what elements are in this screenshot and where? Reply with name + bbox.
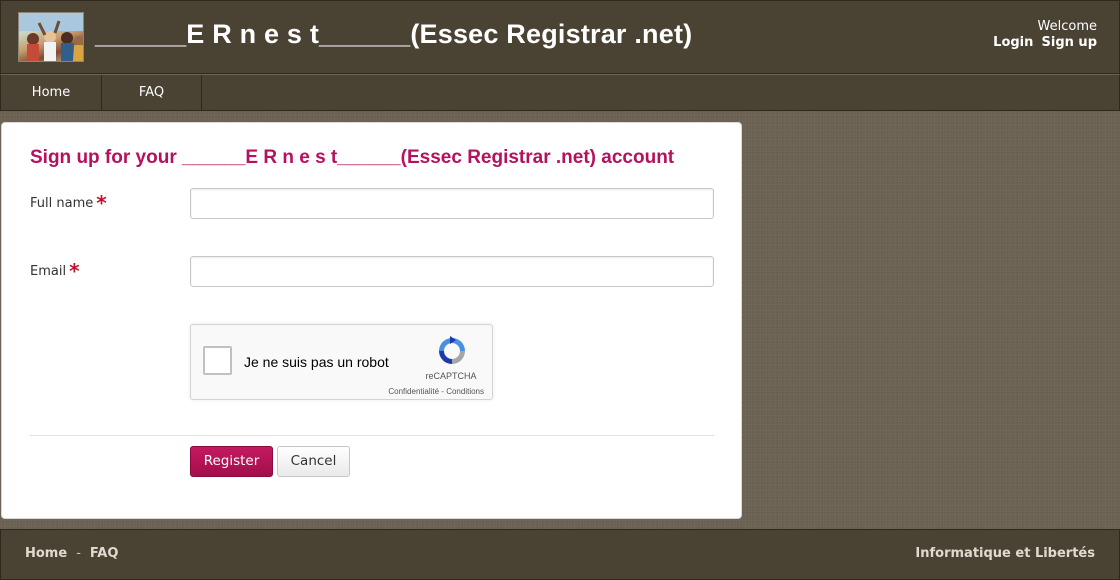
nav-item-faq[interactable]: FAQ	[102, 75, 202, 110]
footer-faq-link[interactable]: FAQ	[90, 546, 119, 561]
email-input[interactable]	[190, 256, 714, 287]
full-name-label-text: Full name	[30, 196, 94, 211]
email-label-text: Email	[30, 264, 67, 279]
signup-panel: Sign up for your ______E R n e s t______…	[1, 122, 742, 519]
site-logo[interactable]	[18, 12, 84, 62]
cancel-button[interactable]: Cancel	[277, 446, 350, 477]
footer-links: Home - FAQ	[25, 546, 118, 561]
form-divider	[30, 435, 714, 436]
footer-legal-link[interactable]: Informatique et Libertés	[915, 546, 1095, 561]
recaptcha-privacy-link[interactable]: Confidentialité	[388, 387, 439, 396]
page-title: Sign up for your ______E R n e s t______…	[30, 147, 675, 168]
recaptcha-terms: Confidentialité - Conditions	[381, 387, 484, 396]
register-button[interactable]: Register	[190, 446, 273, 477]
nav-item-home[interactable]: Home	[1, 75, 102, 110]
recaptcha-widget: Je ne suis pas un robot reCAPTCHA Confid…	[190, 324, 493, 400]
recaptcha-icon	[436, 335, 468, 367]
recaptcha-checkbox[interactable]	[203, 346, 232, 375]
recaptcha-conditions-link[interactable]: Conditions	[446, 387, 484, 396]
footer-home-link[interactable]: Home	[25, 546, 67, 561]
login-link[interactable]: Login	[993, 35, 1033, 50]
full-name-input[interactable]	[190, 188, 714, 219]
full-name-label: Full name *	[30, 191, 107, 215]
recaptcha-label: Je ne suis pas un robot	[244, 354, 389, 370]
email-label: Email *	[30, 259, 80, 283]
required-marker: *	[69, 259, 80, 283]
site-title: ______E R n e s t______(Essec Registrar …	[95, 19, 693, 49]
recaptcha-brand: reCAPTCHA	[425, 371, 477, 381]
welcome-text: Welcome	[1037, 19, 1097, 34]
main-nav: Home FAQ	[0, 74, 1120, 111]
signup-link[interactable]: Sign up	[1042, 35, 1097, 50]
site-header: ______E R n e s t______(Essec Registrar …	[0, 0, 1120, 74]
site-footer: Home - FAQ Informatique et Libertés	[0, 529, 1120, 580]
user-box: Welcome Login Sign up	[993, 19, 1097, 51]
required-marker: *	[96, 191, 107, 215]
footer-separator: -	[76, 546, 81, 561]
